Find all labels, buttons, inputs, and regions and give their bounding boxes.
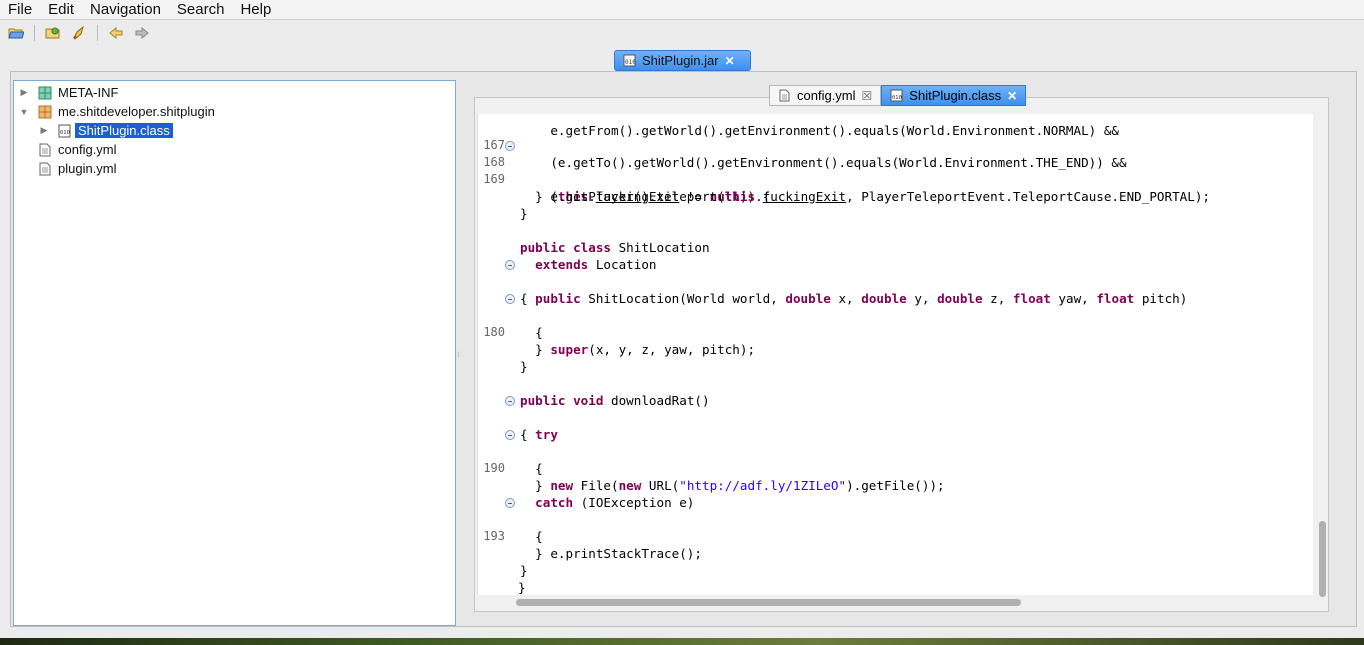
code-line: {: [478, 290, 1313, 340]
tree-item-label: me.shitdeveloper.shitplugin: [58, 104, 215, 119]
code-text: }: [520, 206, 528, 221]
code-editor[interactable]: e.getFrom().getWorld().getEnvironment().…: [477, 114, 1313, 595]
code-line: try: [478, 409, 1313, 442]
close-icon[interactable]: ✕: [1007, 90, 1017, 102]
tree-item-config-yml[interactable]: config.yml: [38, 140, 117, 159]
tab-shitplugin-class[interactable]: 010 ShitPlugin.class ✕: [881, 85, 1027, 106]
code-line: 193 e.printStackTrace();: [478, 511, 1313, 561]
code-line: }: [478, 188, 1313, 221]
file-icon: [779, 89, 790, 102]
code-line: }: [478, 171, 1313, 204]
svg-text:010: 010: [625, 59, 636, 66]
fold-toggle-icon[interactable]: [505, 141, 515, 151]
code-line: }: [478, 341, 1313, 374]
code-line: catch (IOException e): [478, 477, 1313, 510]
horizontal-scrollbar-thumb[interactable]: [516, 599, 1021, 606]
code-line: 180 super(x, y, z, yaw, pitch);: [478, 307, 1313, 357]
menu-search[interactable]: Search: [169, 0, 233, 20]
tab-config-yml[interactable]: config.yml ☒: [769, 85, 882, 106]
expand-arrow-icon[interactable]: ▶: [38, 125, 50, 137]
vertical-scrollbar-thumb[interactable]: [1319, 521, 1326, 597]
tree-item-plugin-yml[interactable]: plugin.yml: [38, 159, 117, 178]
back-arrow-icon[interactable]: [106, 23, 126, 43]
package-icon: [38, 105, 52, 118]
fold-toggle-icon[interactable]: [505, 294, 515, 304]
tree-item-meta-inf[interactable]: ▶ META-INF: [18, 83, 119, 102]
horizontal-scrollbar[interactable]: [477, 597, 1313, 607]
class-file-icon: 010: [58, 124, 71, 137]
code-line: public void downloadRat(): [478, 375, 1313, 408]
code-line: 169 e.getPlayer().teleport(this.fuckingE…: [478, 154, 1313, 204]
open-type-icon[interactable]: [43, 23, 63, 43]
tree-item-package[interactable]: ▼ me.shitdeveloper.shitplugin: [18, 102, 215, 121]
menu-help[interactable]: Help: [232, 0, 279, 20]
rocket-icon[interactable]: [69, 23, 89, 43]
toolbar-separator: [97, 25, 98, 41]
file-icon: [39, 162, 51, 175]
splitter-handle[interactable]: ⁝: [457, 350, 463, 359]
forward-arrow-icon[interactable]: [132, 23, 152, 43]
tab-shitplugin-jar[interactable]: 010 ShitPlugin.jar ✕: [614, 50, 751, 71]
collapse-arrow-icon[interactable]: ▼: [18, 106, 30, 118]
menu-navigation[interactable]: Navigation: [82, 0, 169, 20]
code-line: 168 (this.fuckingExit != null)) {: [478, 137, 1313, 204]
code-line: }: [478, 324, 1313, 357]
code-text: }: [520, 359, 528, 374]
tab-label: ShitPlugin.class: [909, 88, 1002, 103]
menu-edit[interactable]: Edit: [40, 0, 82, 20]
code-text: }: [518, 580, 526, 595]
tree-item-label: config.yml: [58, 142, 117, 157]
code-line: }: [478, 562, 1313, 595]
toolbar: [0, 21, 1364, 45]
code-line: }: [478, 545, 1313, 578]
code-line: }: [478, 528, 1313, 561]
code-line: {: [478, 392, 1313, 442]
file-icon: [39, 143, 51, 156]
tree-item-label: META-INF: [58, 85, 119, 100]
fold-toggle-icon[interactable]: [505, 430, 515, 440]
package-tree[interactable]: ▶ META-INF ▼ me.shitdeveloper.shitplugin…: [13, 80, 456, 626]
desktop-background: [0, 638, 1364, 645]
close-icon[interactable]: ☒: [862, 90, 873, 102]
code-line: public ShitLocation(World world, double …: [478, 273, 1313, 306]
code-line: {: [478, 426, 1313, 476]
expand-arrow-icon[interactable]: ▶: [18, 87, 30, 99]
code-line: {: [478, 256, 1313, 306]
fold-toggle-icon[interactable]: [505, 260, 515, 270]
code-line: 190 new File(new URL("http://adf.ly/1ZIL…: [478, 443, 1313, 493]
open-folder-icon[interactable]: [6, 23, 26, 43]
code-line: 167 (e.getTo().getWorld().getEnvironment…: [478, 120, 1313, 170]
toolbar-separator: [34, 25, 35, 41]
vertical-scrollbar[interactable]: [1317, 114, 1327, 597]
menu-bar: File Edit Navigation Search Help: [0, 0, 1364, 20]
tree-item-shitplugin-class[interactable]: ▶ 010 ShitPlugin.class: [38, 121, 173, 140]
svg-text:010: 010: [892, 95, 902, 101]
code-line: {: [478, 494, 1313, 544]
close-icon[interactable]: ✕: [725, 55, 735, 67]
tab-label: config.yml: [797, 88, 856, 103]
fold-toggle-icon[interactable]: [505, 498, 515, 508]
jar-file-icon: 010: [623, 54, 636, 67]
tree-item-label: plugin.yml: [58, 161, 117, 176]
class-file-icon: 010: [890, 89, 903, 102]
tab-label: ShitPlugin.jar: [642, 53, 719, 68]
fold-toggle-icon[interactable]: [505, 396, 515, 406]
code-line: extends Location: [478, 239, 1313, 272]
editor-tab-bar: config.yml ☒ 010 ShitPlugin.class ✕: [769, 85, 1027, 106]
tree-item-label: ShitPlugin.class: [75, 123, 173, 138]
menu-file[interactable]: File: [0, 0, 40, 20]
code-line: public class ShitLocation: [478, 222, 1313, 255]
package-icon: [38, 86, 52, 99]
svg-text:010: 010: [60, 130, 70, 136]
code-line: }: [478, 460, 1313, 493]
